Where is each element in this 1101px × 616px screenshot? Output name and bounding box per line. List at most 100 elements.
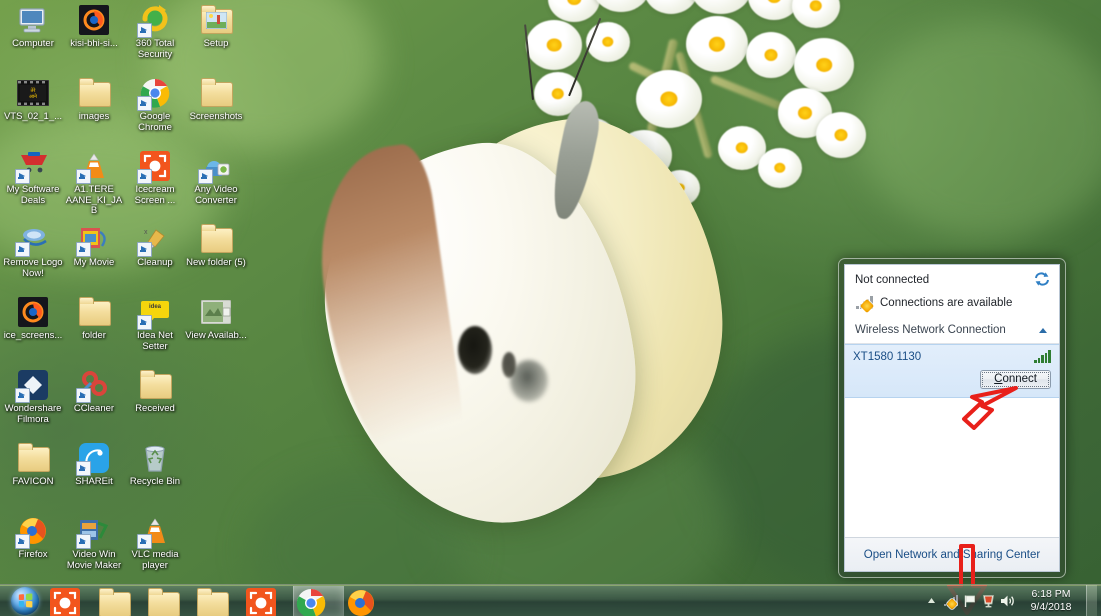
desktop-icon-firefox[interactable]: Firefox: [2, 514, 64, 561]
tray-volume-icon[interactable]: [998, 590, 1017, 612]
desktop-icon-label: Wondershare Filmora: [4, 403, 62, 425]
desktop-icon-google-chrome[interactable]: Google Chrome: [124, 76, 186, 133]
taskbar-windows-explorer[interactable]: [97, 586, 146, 616]
desktop-icon-360-total-security[interactable]: 360 Total Security: [124, 3, 186, 60]
media-player-icon: [148, 587, 184, 616]
desktop-icon-vts-02-1[interactable]: तेरे आने VTS_02_1_...: [2, 76, 64, 123]
svg-text:idea: idea: [149, 304, 162, 310]
desktop-icon-label: kisi-bhi-si...: [70, 38, 118, 49]
open-network-and-sharing-center-link[interactable]: Open Network and Sharing Center: [864, 549, 1040, 561]
desktop-icon-label: My Movie: [73, 257, 115, 268]
desktop-icon-setup[interactable]: Setup: [185, 3, 247, 50]
desktop-icon-new-folder-5[interactable]: New folder (5): [185, 222, 247, 269]
network-list[interactable]: XT1580 1130 Connect: [845, 344, 1059, 537]
desktop-icon-my-software-deals[interactable]: My Software Deals: [2, 149, 64, 206]
remove-logo-now-icon: [15, 222, 50, 257]
show-hidden-icons-button[interactable]: [922, 590, 941, 612]
svg-text:आने: आने: [29, 93, 37, 100]
desktop-icon-recycle-bin[interactable]: Recycle Bin: [124, 441, 186, 488]
computer-icon: [16, 3, 50, 37]
wireless-network-connection-section[interactable]: Wireless Network Connection: [845, 317, 1059, 344]
signal-bars-icon: [1034, 350, 1051, 363]
desktop-icon-label: Video Win Movie Maker: [66, 549, 122, 571]
clock-date: 9/4/2018: [1030, 600, 1072, 613]
desktop-icon-label: VTS_02_1_...: [3, 111, 63, 122]
taskbar-icecream-screen-recorder-2[interactable]: [244, 586, 293, 616]
icecream-screen-icon: [50, 587, 86, 616]
network-list-item[interactable]: XT1580 1130 Connect: [845, 344, 1059, 398]
taskbar-google-chrome[interactable]: [293, 585, 344, 616]
desktop-icon-view-availab[interactable]: View Availab...: [185, 295, 247, 342]
360-total-security-icon: [137, 3, 172, 38]
network-status-header: Not connected: [845, 265, 1059, 292]
desktop-icon-idea-net-setter[interactable]: idea Idea Net Setter: [124, 295, 186, 352]
desktop-icon-wondershare-filmora[interactable]: Wondershare Filmora: [2, 368, 64, 425]
taskbar-clock[interactable]: 6:18 PM 9/4/2018: [1020, 588, 1082, 614]
system-tray: 6:18 PM 9/4/2018: [922, 584, 1101, 616]
taskbar-windows-media-player[interactable]: [146, 586, 195, 616]
desktop-icon-remove-logo-now[interactable]: Remove Logo Now!: [2, 222, 64, 279]
video-file-icon: तेरे आने: [16, 76, 50, 110]
video-win-movie-maker-icon: [76, 514, 111, 549]
desktop-icon-label: Received: [135, 403, 175, 414]
desktop-icon-computer[interactable]: Computer: [2, 3, 64, 50]
desktop-icon-video-win-movie-maker[interactable]: Video Win Movie Maker: [63, 514, 125, 571]
desktop-icon-screenshots[interactable]: Screenshots: [185, 76, 247, 123]
google-chrome-icon: [137, 76, 172, 111]
desktop-icon-a1-tere-aane-ki-jab[interactable]: A1.TERE AANE_KI_JAB: [63, 149, 125, 217]
desktop-icon-label: View Availab...: [185, 330, 247, 341]
show-desktop-button[interactable]: [1086, 584, 1097, 616]
tray-antivirus-icon[interactable]: [979, 590, 998, 612]
connect-button[interactable]: Connect: [980, 370, 1051, 389]
desktop-icon-grid: Computer kisi-bhi-si... 360 Total Security…: [0, 0, 248, 580]
desktop-icon-my-movie[interactable]: My Movie: [63, 222, 125, 269]
shareit-icon: [76, 441, 111, 476]
tray-network-icon[interactable]: [941, 590, 960, 612]
desktop-icon-ccleaner[interactable]: CCleaner: [63, 368, 125, 415]
desktop-icon-folder[interactable]: folder: [63, 295, 125, 342]
svg-text:x: x: [144, 229, 148, 236]
signal-bars-warning-icon: [856, 296, 875, 314]
clock-time: 6:18 PM: [1031, 587, 1071, 600]
desktop-icon-kisi-bhi-si[interactable]: kisi-bhi-si...: [63, 3, 125, 50]
taskbar-buttons: [48, 585, 393, 616]
vlc-icon: [137, 514, 172, 549]
chevron-up-icon[interactable]: [1039, 327, 1047, 333]
idea-net-setter-icon: idea: [137, 295, 172, 330]
start-button[interactable]: [2, 586, 48, 616]
refresh-icon[interactable]: [1034, 272, 1050, 286]
folder-icon: [16, 441, 50, 475]
desktop-icon-label: Icecream Screen ...: [134, 184, 176, 206]
desktop-icon-ice-screens[interactable]: ice_screens...: [2, 295, 64, 342]
desktop-icon-received[interactable]: Received: [124, 368, 186, 415]
desktop-icon-label: Google Chrome: [138, 111, 172, 133]
desktop-icon-favicon[interactable]: FAVICON: [2, 441, 64, 488]
desktop-screen: Computer kisi-bhi-si... 360 Total Security…: [0, 0, 1101, 616]
desktop-icon-icecream-screen[interactable]: Icecream Screen ...: [124, 149, 186, 206]
wireless-section-label: Wireless Network Connection: [855, 324, 1006, 336]
network-status-row: Connections are available: [845, 292, 1059, 317]
desktop-icon-shareit[interactable]: SHAREit: [63, 441, 125, 488]
desktop-icon-label: Screenshots: [189, 111, 243, 122]
desktop-icon-images[interactable]: images: [63, 76, 125, 123]
folder-icon: [77, 76, 111, 110]
vlc-icon: [76, 149, 111, 184]
desktop-icon-any-video-converter[interactable]: Any Video Converter: [185, 149, 247, 206]
desktop-icon-vlc-media-player[interactable]: VLC media player: [124, 514, 186, 571]
desktop-icon-cleanup[interactable]: x Cleanup: [124, 222, 186, 269]
folder-icon: [77, 295, 111, 329]
firefox-file-icon: [16, 295, 50, 329]
ccleaner-icon: [76, 368, 111, 403]
taskbar-icecream-screen-recorder[interactable]: [48, 586, 97, 616]
taskbar-internet-explorer[interactable]: [195, 586, 244, 616]
desktop-icon-label: Any Video Converter: [194, 184, 238, 206]
recycle-bin-icon: [138, 441, 172, 475]
folder-icon: [199, 76, 233, 110]
desktop-icon-label: New folder (5): [186, 257, 246, 268]
firefox-icon: [348, 588, 382, 616]
my-software-deals-icon: [15, 149, 50, 184]
tray-action-center-icon[interactable]: [960, 590, 979, 612]
taskbar-firefox[interactable]: [344, 586, 393, 616]
desktop-icon-label: Remove Logo Now!: [3, 257, 63, 279]
wondershare-filmora-icon: [15, 368, 50, 403]
